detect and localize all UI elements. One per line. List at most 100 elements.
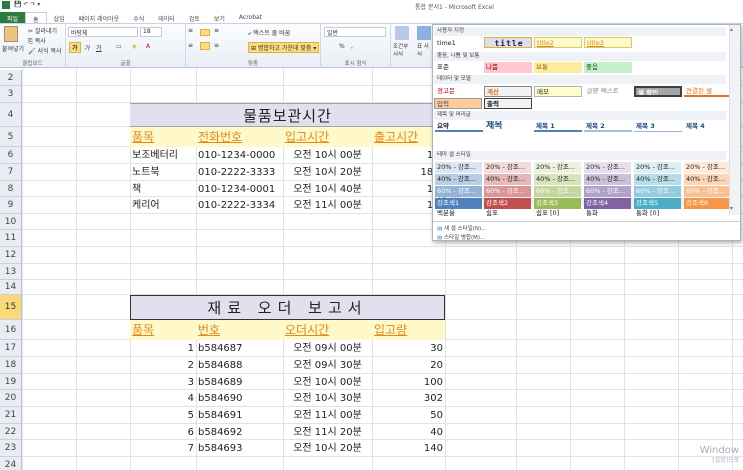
style-swatch[interactable]: title2 — [534, 37, 582, 48]
style-swatch[interactable]: title3 — [584, 37, 632, 48]
row-header[interactable]: 6 — [0, 147, 22, 164]
table-cell[interactable]: 010-2222-3334 — [196, 197, 283, 214]
table-cell[interactable]: 오전 10시 20분 — [283, 440, 372, 457]
row-header[interactable]: 15 — [0, 295, 22, 320]
bold-button[interactable]: 가 — [69, 42, 81, 53]
table-cell[interactable]: 2 — [130, 357, 196, 374]
row-header[interactable]: 3 — [0, 86, 22, 103]
style-swatch[interactable]: 경고문 — [435, 86, 483, 97]
table-cell[interactable]: 20 — [372, 357, 445, 374]
style-swatch[interactable]: 좋음 — [584, 62, 632, 73]
row-header[interactable]: 7 — [0, 164, 22, 181]
align-right-icon[interactable]: ≡ — [214, 42, 219, 49]
style-swatch[interactable]: 20% - 강조... — [435, 162, 482, 173]
column-header-cell[interactable]: 입고량 — [372, 320, 445, 340]
style-swatch[interactable]: 60% - 강조... — [584, 186, 631, 197]
style-swatch[interactable]: time1 — [435, 38, 483, 49]
table-cell[interactable]: 오전 11시 00분 — [283, 407, 372, 424]
cut-button[interactable]: ✂ 잘라내기 — [28, 26, 57, 35]
style-swatch[interactable]: 40% - 강조... — [634, 174, 681, 185]
row-header[interactable]: 10 — [0, 214, 22, 230]
style-swatch[interactable]: 40% - 강조... — [534, 174, 581, 185]
table-cell[interactable]: 오전 10시 00분 — [283, 374, 372, 390]
table-cell[interactable]: 오전 10시 30분 — [283, 390, 372, 407]
row-header[interactable]: 16 — [0, 320, 22, 340]
tab-5[interactable]: 데이터 — [151, 12, 182, 23]
style-swatch[interactable]: 40% - 강조... — [684, 174, 731, 185]
align-bottom-icon[interactable]: ≡ — [214, 27, 219, 34]
tab-2[interactable]: 삽입 — [47, 12, 72, 23]
format-painter-button[interactable]: 🖌 서식 복사 — [28, 46, 62, 55]
style-swatch[interactable]: 강조색6 — [684, 198, 731, 209]
table-cell[interactable]: b584690 — [196, 390, 283, 407]
table-cell[interactable]: 50 — [372, 407, 445, 424]
table-cell[interactable]: b584691 — [196, 407, 283, 424]
table-cell[interactable]: 오전 11시 20분 — [283, 424, 372, 440]
column-header-cell[interactable]: 번호 — [196, 320, 283, 340]
format-table-icon[interactable] — [417, 26, 431, 40]
style-swatch[interactable]: 통화 [0] — [634, 208, 682, 219]
style-swatch[interactable]: 제목 3 — [634, 121, 682, 132]
table-cell[interactable]: 책 — [130, 181, 196, 197]
row-header[interactable]: 18 — [0, 357, 22, 374]
column-header-cell[interactable]: 전화번호 — [196, 127, 283, 147]
tab-6[interactable]: 검토 — [182, 12, 207, 23]
style-swatch[interactable]: 쉼표 [0] — [534, 208, 582, 219]
font-name-select[interactable]: 바탕체 — [68, 27, 138, 37]
style-swatch[interactable]: 셀 확인 — [634, 86, 682, 97]
table-cell[interactable]: 100 — [372, 374, 445, 390]
row-header[interactable]: 9 — [0, 197, 22, 214]
style-swatch[interactable]: 제목 — [484, 121, 532, 132]
style-swatch[interactable]: 나쁨 — [484, 62, 532, 73]
row-header[interactable]: 12 — [0, 247, 22, 264]
underline-button[interactable]: 가 — [96, 43, 102, 52]
row-header[interactable]: 14 — [0, 280, 22, 295]
table-cell[interactable]: 4 — [130, 390, 196, 407]
style-swatch[interactable]: 20% - 강조... — [484, 162, 531, 173]
style-swatch[interactable]: 40% - 강조... — [484, 174, 531, 185]
percent-button[interactable]: % — [339, 43, 345, 50]
tab-4[interactable]: 수식 — [126, 12, 151, 23]
scroll-up-icon[interactable]: ▴ — [730, 26, 733, 33]
tab-0[interactable]: 파일 — [0, 12, 26, 23]
merge-styles-menu-item[interactable]: ▤ 스타일 병합(M)... — [437, 233, 485, 241]
row-header[interactable]: 17 — [0, 340, 22, 357]
style-swatch[interactable]: 20% - 강조... — [684, 162, 731, 173]
table-cell[interactable]: 6 — [130, 424, 196, 440]
style-swatch[interactable]: title — [484, 37, 532, 48]
conditional-format-icon[interactable] — [395, 26, 409, 40]
align-top-icon[interactable]: ≡ — [188, 27, 193, 34]
column-header-cell[interactable]: 품목 — [130, 127, 196, 147]
row-header[interactable]: 13 — [0, 264, 22, 280]
style-swatch[interactable]: 40% - 강조... — [584, 174, 631, 185]
fill-color-icon[interactable]: ◈ — [132, 43, 137, 50]
style-swatch[interactable]: 표준 — [435, 62, 483, 73]
scroll-down-icon[interactable]: ▾ — [730, 205, 733, 212]
style-swatch[interactable]: 백분율 — [435, 208, 483, 219]
style-swatch[interactable]: 60% - 강조... — [634, 186, 681, 197]
row-header[interactable]: 24 — [0, 457, 22, 470]
table-cell[interactable]: 1 — [130, 340, 196, 357]
wrap-text-button[interactable]: ⤶ 텍스트 줄 바꿈 — [248, 28, 290, 38]
row-header[interactable]: 22 — [0, 424, 22, 440]
tab-1[interactable]: 홈 — [25, 12, 47, 24]
style-swatch[interactable]: 60% - 강조... — [435, 186, 482, 197]
row-header[interactable]: 4 — [0, 103, 22, 127]
row-header[interactable]: 19 — [0, 374, 22, 390]
row-header[interactable]: 21 — [0, 407, 22, 424]
style-swatch[interactable]: 쉼표 — [484, 208, 532, 219]
table-cell[interactable]: 오전 11시 00분 — [283, 197, 372, 214]
font-size-select[interactable]: 18 — [140, 27, 162, 37]
style-swatch[interactable]: 20% - 강조... — [634, 162, 681, 173]
table-cell[interactable]: b584688 — [196, 357, 283, 374]
quick-access-toolbar[interactable]: 💾 ↶ ↷ ▾ — [14, 1, 40, 8]
table-cell[interactable]: 302 — [372, 390, 445, 407]
table-cell[interactable]: 40 — [372, 424, 445, 440]
tab-7[interactable]: 보기 — [207, 12, 232, 23]
table-cell[interactable]: b584693 — [196, 440, 283, 457]
gallery-scrollbar[interactable] — [729, 25, 740, 215]
paste-icon[interactable] — [4, 26, 18, 42]
style-swatch[interactable]: 제목 2 — [584, 121, 632, 132]
style-swatch[interactable]: 60% - 강조... — [684, 186, 731, 197]
table-cell[interactable]: 7 — [130, 440, 196, 457]
